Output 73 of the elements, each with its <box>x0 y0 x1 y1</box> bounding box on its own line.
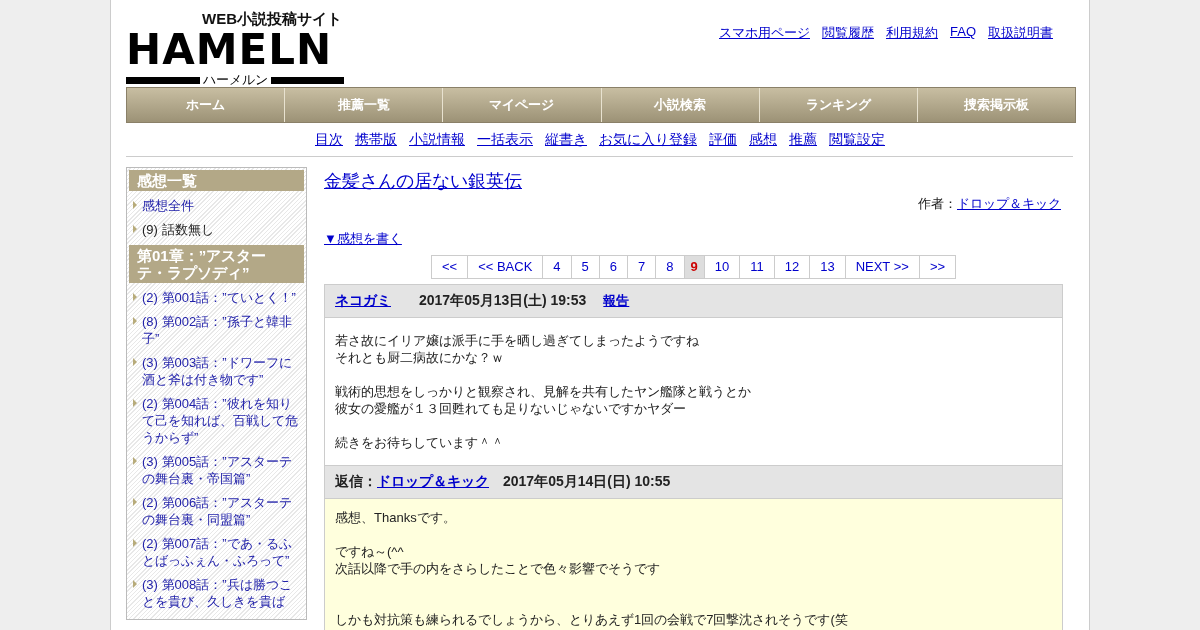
sub-nav-link[interactable]: 感想 <box>749 131 777 149</box>
page-link[interactable]: 7 <box>628 255 657 279</box>
sub-nav-link[interactable]: 推薦 <box>789 131 817 149</box>
bullet-icon <box>133 399 137 407</box>
author-link[interactable]: ドロップ＆キック <box>957 196 1061 211</box>
bullet-icon <box>133 201 137 209</box>
episode-link[interactable]: (3) 第008話：”兵は勝つことを貴び、久しきを貴ば <box>142 576 300 610</box>
page-link[interactable]: >> <box>919 255 957 279</box>
text-line: 続きをお待ちしています＾＾ <box>335 434 505 451</box>
episode-link[interactable]: (2) 第006話：”アスターテの舞台裏・同盟篇” <box>142 494 300 528</box>
bullet-icon <box>133 580 137 588</box>
logo-tagline: WEB小説投稿サイト <box>202 10 342 27</box>
episode-link[interactable]: 感想全件 <box>142 197 194 214</box>
bullet-icon <box>133 498 137 506</box>
text-line: それとも厨二病故にかな？ｗ <box>335 349 505 366</box>
sidebar-heading: 感想一覧 <box>129 170 304 191</box>
text-line: 戦術的思想をしっかりと観察され、見解を共有したヤン艦隊と戦うとか <box>335 383 752 400</box>
sub-nav-link[interactable]: お気に入り登録 <box>599 131 697 149</box>
page-link[interactable]: << BACK <box>468 255 544 279</box>
write-review-link[interactable]: ▼感想を書く <box>324 230 402 248</box>
page-link[interactable]: 11 <box>740 255 775 279</box>
bullet-icon <box>133 457 137 465</box>
text-line: 彼女の愛艦が１３回甦れても足りないじゃないですかヤダー <box>335 400 687 417</box>
reply-date: 2017年05月14日(日) 10:55 <box>503 473 671 491</box>
page-link[interactable]: 6 <box>599 255 629 279</box>
bullet-icon <box>133 358 137 366</box>
header-link[interactable]: 閲覧履歴 <box>822 24 874 42</box>
page-link[interactable]: 5 <box>571 255 600 279</box>
page-link[interactable]: 10 <box>704 255 741 279</box>
reply-label: 返信： <box>335 473 377 491</box>
text-line: 次話以降で手の内をさらしたことで色々影響でそうです <box>335 560 661 577</box>
text-line: ですね～(^^ <box>335 543 405 560</box>
page-link[interactable]: 8 <box>656 255 685 279</box>
header-link[interactable]: 取扱説明書 <box>988 24 1053 42</box>
page-link[interactable]: << <box>431 255 469 279</box>
sub-nav-link[interactable]: 小説情報 <box>409 131 465 149</box>
text-line: 若さ故にイリア嬢は派手に手を晒し過ぎてしまったようですね <box>335 332 700 349</box>
page-link[interactable]: 13 <box>810 255 846 279</box>
episode-link[interactable]: (2) 第004話：”彼れを知りて己を知れば、百戦して危うからず” <box>142 395 300 446</box>
sub-nav-link[interactable]: 目次 <box>315 131 343 149</box>
text-line: 感想、Thanksです。 <box>335 509 457 526</box>
page-link[interactable]: 12 <box>774 255 811 279</box>
logo-subtitle: ハーメルン <box>202 73 268 87</box>
novel-title-link[interactable]: 金髪さんの居ない銀英伝 <box>324 169 522 193</box>
header-link[interactable]: FAQ <box>950 24 976 39</box>
text-line: しかも対抗策も練られるでしょうから、とりあえず1回の会戦で7回撃沈されそうです(笑 <box>335 611 849 628</box>
user-link[interactable]: ネコガミ <box>335 292 391 310</box>
sub-nav-link[interactable]: 閲覧設定 <box>829 131 885 149</box>
bullet-icon <box>133 225 137 233</box>
sub-nav-link[interactable]: 一括表示 <box>477 131 533 149</box>
episode-link[interactable]: (3) 第003話：”ドワーフに酒と斧は付き物です” <box>142 354 300 388</box>
bullet-icon <box>133 293 137 301</box>
bullet-icon <box>133 317 137 325</box>
user-link[interactable]: ドロップ＆キック <box>377 473 489 491</box>
header-link[interactable]: スマホ用ページ <box>719 24 810 42</box>
sub-nav-link[interactable]: 携帯版 <box>355 131 397 149</box>
report-link[interactable]: 報告 <box>603 292 630 310</box>
episode-link[interactable]: (3) 第005話：”アスターテの舞台裏・帝国篇” <box>142 453 300 487</box>
header-link[interactable]: 利用規約 <box>886 24 938 42</box>
comment-date: 2017年05月13日(土) 19:53 <box>419 292 587 310</box>
page-link[interactable]: NEXT >> <box>845 255 920 279</box>
page-link[interactable]: 4 <box>543 255 572 279</box>
episode-link[interactable]: (8) 第002話：”孫子と韓非子” <box>142 313 300 347</box>
episode-link[interactable]: (2) 第001話：”ていとく！” <box>142 289 296 306</box>
author-label: 作者： <box>918 196 957 211</box>
bullet-icon <box>133 539 137 547</box>
sub-nav-link[interactable]: 評価 <box>709 131 737 149</box>
sub-nav-link[interactable]: 縦書き <box>545 131 587 149</box>
sidebar-heading: 第01章：”アスターテ・ラプソディ” <box>129 245 304 283</box>
logo-wordmark: HAMELN <box>126 27 333 73</box>
page-link[interactable]: 9 <box>684 255 705 279</box>
episode-link[interactable]: (2) 第007話：”であ・るふとばっふぇん・ふろって” <box>142 535 300 569</box>
sidebar-text: (9) 話数無し <box>142 221 214 238</box>
